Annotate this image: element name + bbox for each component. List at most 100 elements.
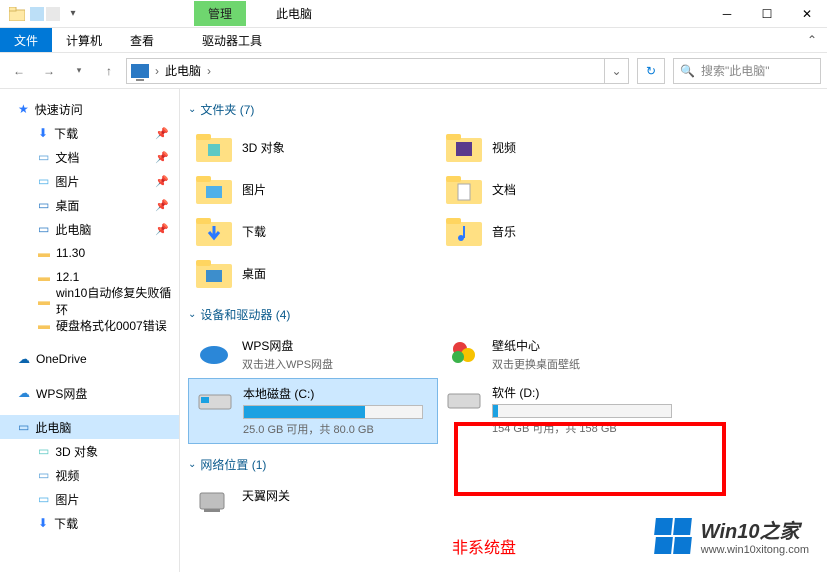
tab-computer[interactable]: 计算机 [52,28,116,52]
device-sublabel: 双击更换桌面壁纸 [492,356,680,372]
device-sublabel: 双击进入WPS网盘 [242,356,430,372]
sidebar-label: 下载 [54,515,78,532]
annotation-box [454,422,726,496]
folder-icon: ▬ [38,246,50,260]
sidebar-label: 图片 [55,491,79,508]
refresh-button[interactable]: ↻ [637,58,665,84]
device-wps[interactable]: WPS网盘 双击进入WPS网盘 [188,331,438,378]
sidebar-label: 3D 对象 [55,443,98,460]
folder-label: 文档 [492,181,516,198]
breadcrumb-this-pc[interactable]: 此电脑 [165,62,201,79]
folder-icon [196,132,232,162]
sidebar-wps[interactable]: ☁ WPS网盘 [0,381,179,405]
sidebar-label: WPS网盘 [36,385,87,402]
group-header-devices[interactable]: ⌄ 设备和驱动器 (4) [188,306,827,323]
sidebar-label: 桌面 [55,197,79,214]
nav-back-button[interactable]: ← [6,58,32,84]
qat-dropdown[interactable]: ▾ [62,3,84,25]
sidebar-item-folder[interactable]: ▬ 11.30 [0,241,179,265]
folder-label: 视频 [492,139,516,156]
sidebar-label: 此电脑 [35,419,71,436]
sidebar-quick-access[interactable]: ★ 快速访问 [0,97,179,121]
pin-icon: 📌 [155,199,169,212]
qat-item[interactable] [46,7,60,21]
pc-icon [131,64,149,78]
folder-pictures[interactable]: 图片 [188,168,438,210]
pin-icon: 📌 [155,223,169,236]
device-label: 软件 (D:) [492,384,680,401]
device-wallpaper[interactable]: 壁纸中心 双击更换桌面壁纸 [438,331,688,378]
folder-icon [446,174,482,204]
folder-label: 音乐 [492,223,516,240]
folder-downloads[interactable]: 下载 [188,210,438,252]
pin-icon: 📌 [155,151,169,164]
sidebar-label: 此电脑 [55,221,91,238]
drive-icon [197,385,233,437]
explorer-icon [6,3,28,25]
address-bar[interactable]: › 此电脑 › [126,58,605,84]
sidebar-label: 11.30 [56,246,85,260]
group-header-folders[interactable]: ⌄ 文件夹 (7) [188,101,827,118]
sidebar-item-downloads[interactable]: ⬇ 下载 📌 [0,121,179,145]
tab-file[interactable]: 文件 [0,28,52,52]
address-dropdown[interactable]: ⌄ [605,58,629,84]
network-item[interactable]: 天翼网关 [188,481,438,526]
folder-label: 下载 [242,223,266,240]
maximize-button[interactable]: ☐ [747,0,787,28]
minimize-button[interactable]: ─ [707,0,747,28]
title-bar: ▾ 管理 此电脑 ─ ☐ ✕ [0,0,827,28]
windows-logo-icon [655,518,691,554]
folder-3d[interactable]: 3D 对象 [188,126,438,168]
window-title: 此电脑 [276,5,312,22]
chevron-down-icon: ⌄ [188,104,196,115]
star-icon: ★ [18,102,29,116]
ribbon-tabs: 文件 计算机 查看 驱动器工具 ⌃ [0,28,827,53]
search-input[interactable]: 🔍 搜索"此电脑" [673,58,821,84]
qat-item[interactable] [30,7,44,21]
ribbon-collapse-icon[interactable]: ⌃ [807,28,827,52]
folder-music[interactable]: 音乐 [438,210,688,252]
context-tab[interactable]: 管理 [194,1,246,26]
progress-bar-c [243,405,423,419]
folder-documents[interactable]: 文档 [438,168,688,210]
device-drive-c[interactable]: 本地磁盘 (C:) 25.0 GB 可用，共 80.0 GB [188,378,438,444]
desktop-icon: ▭ [38,198,49,212]
sidebar-item-folder[interactable]: ▬ win10自动修复失败循环 [0,289,179,313]
chevron-down-icon: ⌄ [188,309,196,320]
sidebar-item-this-pc[interactable]: ▭ 此电脑 📌 [0,217,179,241]
sidebar-item-video[interactable]: ▭ 视频 [0,463,179,487]
sidebar-label: 12.1 [56,270,79,284]
sidebar-item-documents[interactable]: ▭ 文档 📌 [0,145,179,169]
group-label: 网络位置 (1) [200,456,266,473]
close-button[interactable]: ✕ [787,0,827,28]
network-device-icon [196,487,232,520]
folder-icon: ▬ [38,318,50,332]
sidebar-label: 下载 [54,125,78,142]
sidebar-this-pc-main[interactable]: ▭ 此电脑 [0,415,179,439]
onedrive-icon: ☁ [18,352,30,366]
device-label: WPS网盘 [242,337,430,354]
nav-up-button[interactable]: ↑ [96,58,122,84]
nav-forward-button[interactable]: → [36,58,62,84]
folder-icon [446,132,482,162]
sidebar-item-folder[interactable]: ▬ 硬盘格式化0007错误 [0,313,179,337]
nav-history-button[interactable]: ▾ [66,58,92,84]
document-icon: ▭ [38,150,49,164]
watermark: Win10之家 www.win10xitong.com [655,515,809,556]
sidebar-item-pictures[interactable]: ▭ 图片 📌 [0,169,179,193]
tab-view[interactable]: 查看 [116,28,168,52]
sidebar-item-3d[interactable]: ▭ 3D 对象 [0,439,179,463]
quick-access-toolbar: ▾ [0,3,84,25]
group-label: 设备和驱动器 (4) [200,306,290,323]
sidebar-item-desktop[interactable]: ▭ 桌面 📌 [0,193,179,217]
sidebar-item-pictures2[interactable]: ▭ 图片 [0,487,179,511]
pc-icon: ▭ [38,222,49,236]
sidebar-label: 快速访问 [35,101,83,118]
folder-icon: ▬ [38,270,50,284]
tab-drive-tools[interactable]: 驱动器工具 [188,28,276,52]
sidebar-onedrive[interactable]: ☁ OneDrive [0,347,179,371]
folder-video[interactable]: 视频 [438,126,688,168]
search-placeholder: 搜索"此电脑" [701,62,770,79]
folder-desktop[interactable]: 桌面 [188,252,438,294]
sidebar-item-downloads2[interactable]: ⬇ 下载 [0,511,179,535]
